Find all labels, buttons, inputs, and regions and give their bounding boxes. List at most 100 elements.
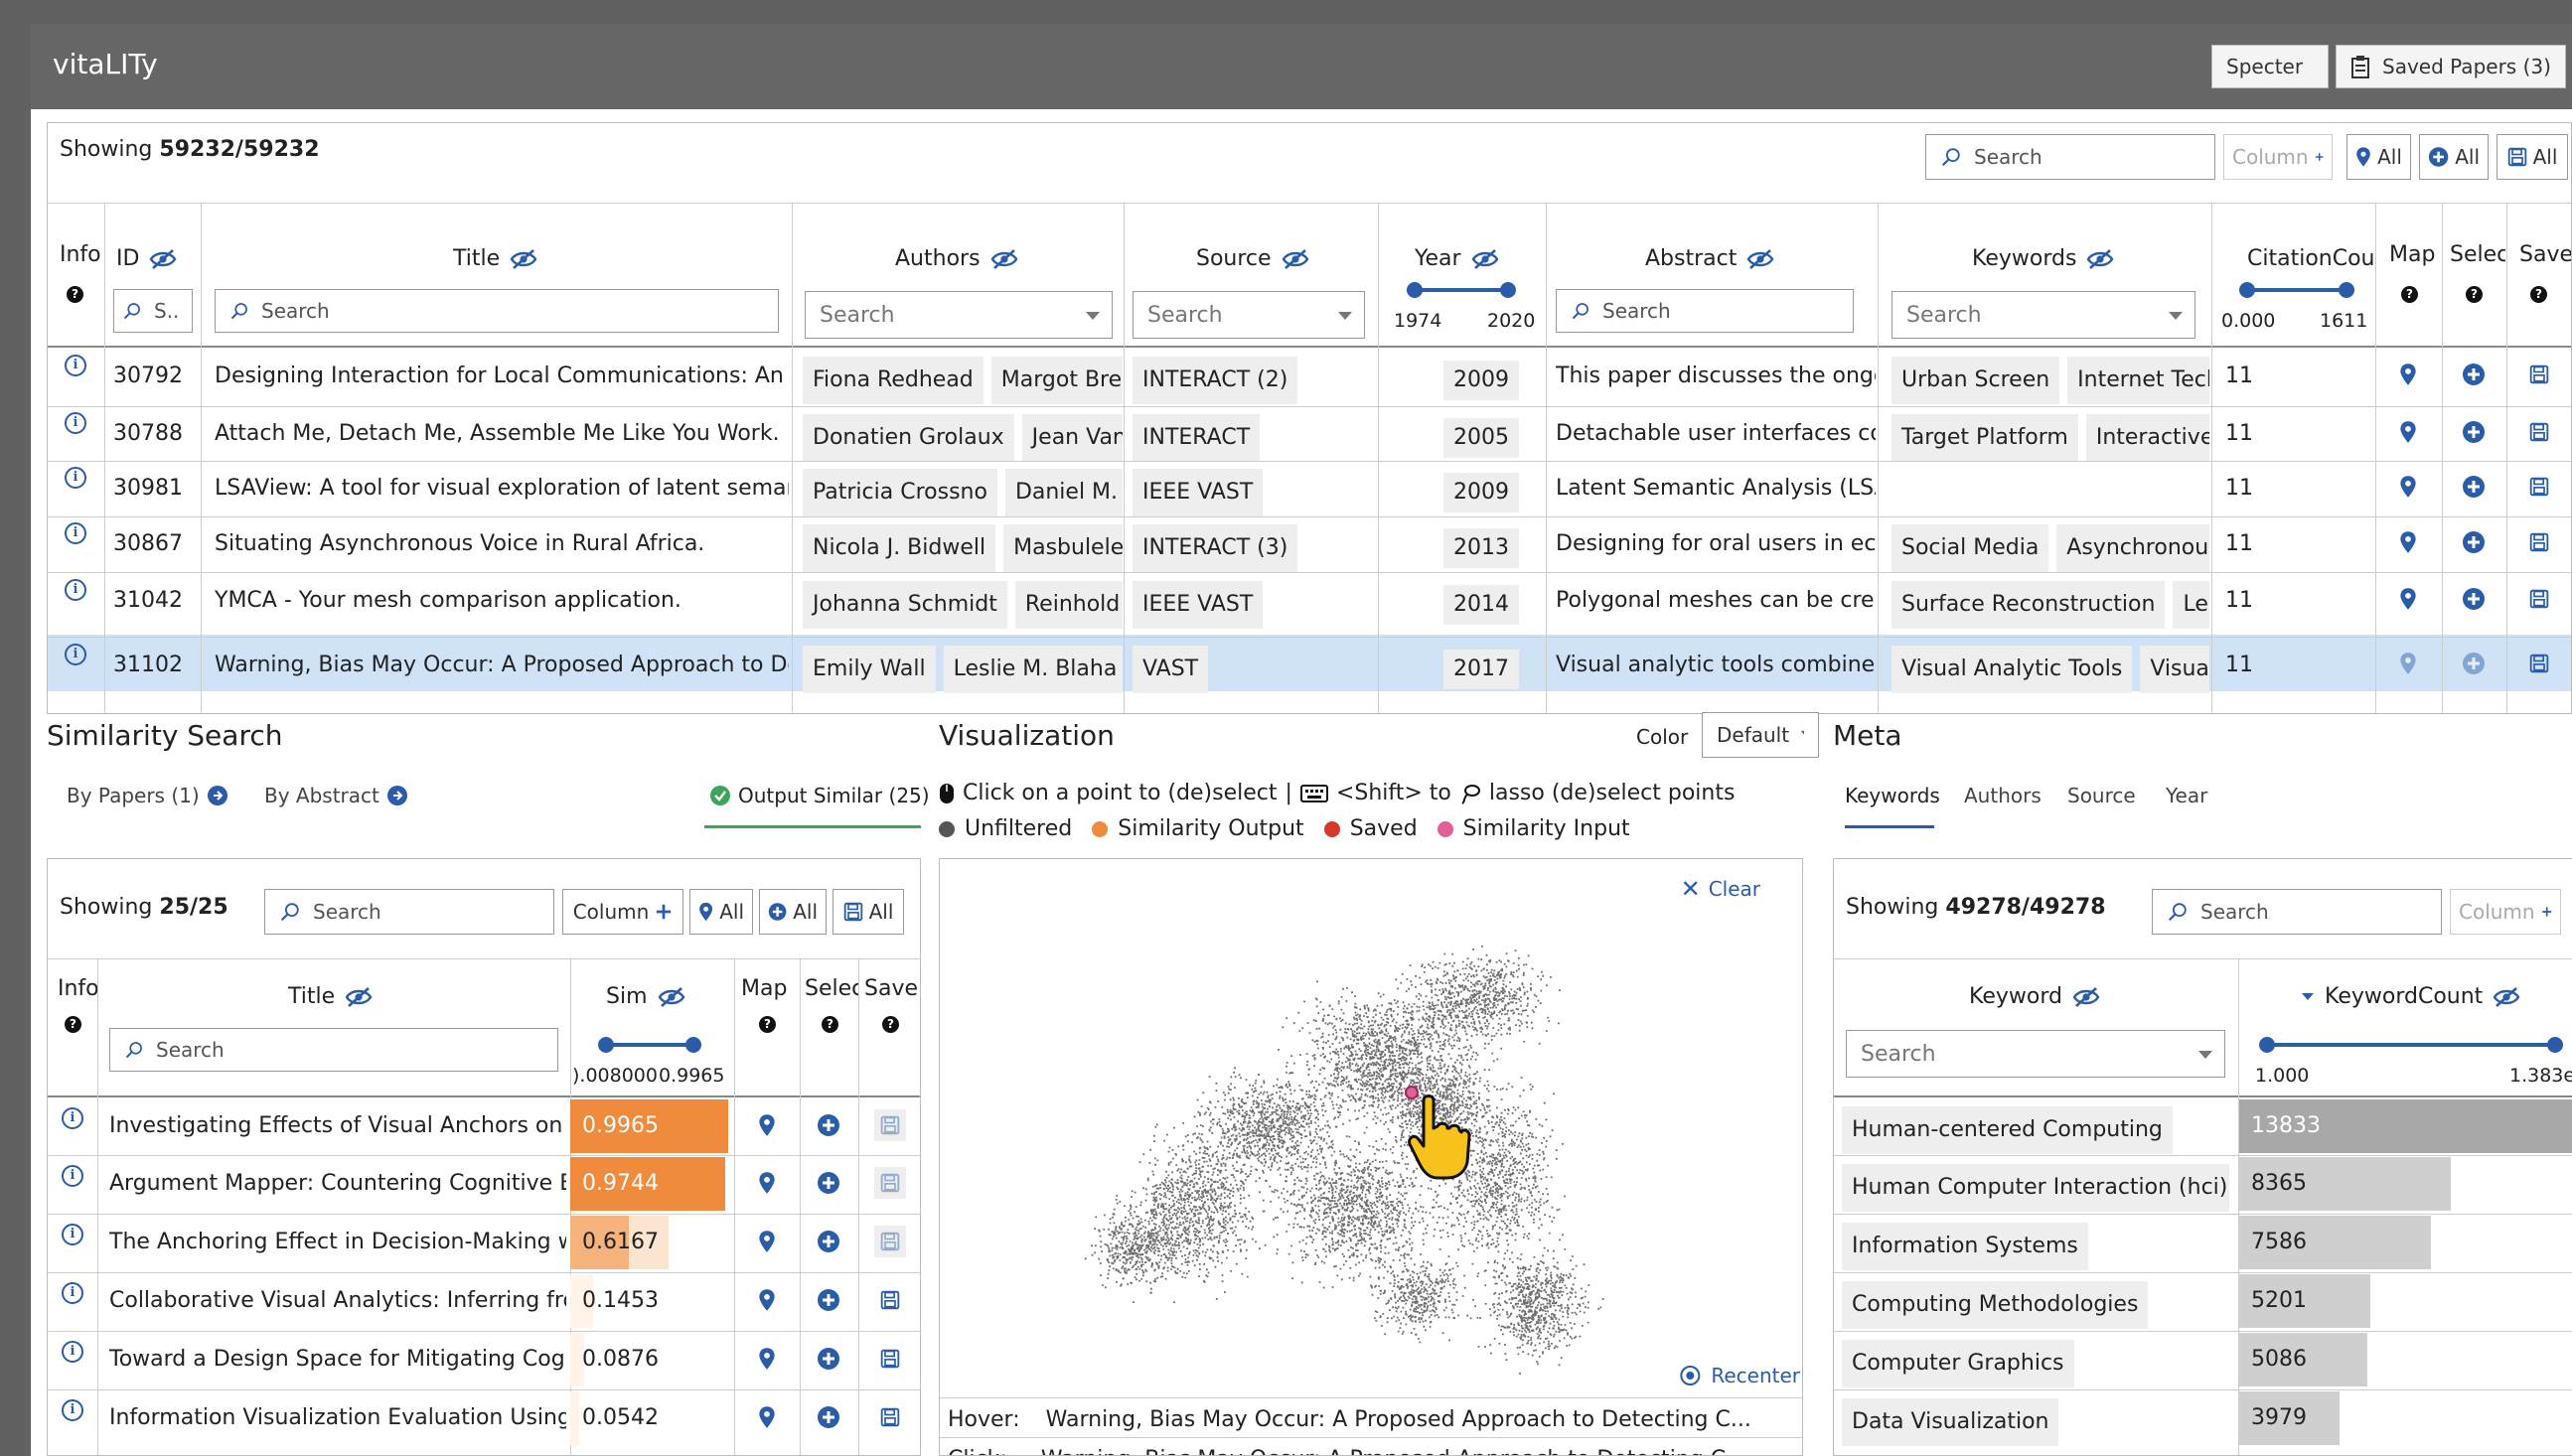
hide-column-icon[interactable] — [1746, 248, 1774, 270]
add-column-button[interactable]: Column — [2450, 889, 2561, 935]
map-all-button[interactable]: All — [689, 889, 753, 935]
save-button[interactable] — [874, 1109, 906, 1141]
keywords-filter-dropdown[interactable]: Search — [1891, 291, 2195, 339]
select-button[interactable] — [2460, 473, 2488, 501]
meta-tab[interactable]: Keywords — [1845, 784, 1940, 807]
source-chip[interactable]: INTERACT (3) — [1133, 524, 1298, 572]
info-icon[interactable]: i — [62, 1107, 83, 1129]
help-icon[interactable]: ? — [2401, 286, 2418, 303]
info-icon[interactable]: i — [62, 1399, 83, 1421]
slider-handle[interactable] — [598, 1037, 614, 1053]
select-button[interactable] — [815, 1403, 842, 1431]
source-chip[interactable]: IEEE VAST — [1133, 581, 1264, 629]
author-chip[interactable]: Emily Wall — [803, 646, 936, 693]
keyword-chip[interactable]: Information Systems — [1842, 1223, 2088, 1270]
slider-handle[interactable] — [685, 1037, 701, 1053]
map-button[interactable] — [753, 1345, 781, 1373]
save-button[interactable] — [2525, 418, 2553, 446]
keyword-chip[interactable]: Surface Reconstruction — [1891, 581, 2166, 629]
scatter-plot[interactable] — [940, 879, 1803, 1395]
slider-handle[interactable] — [1407, 282, 1423, 298]
meta-tab[interactable]: Year — [2166, 784, 2207, 807]
table-row[interactable]: i 30867 Situating Asynchronous Voice in Ru… — [48, 516, 2572, 572]
keyword-chip[interactable]: Human-centered Computing — [1842, 1106, 2173, 1154]
author-chip[interactable]: Masbulele Ja — [1003, 524, 1123, 572]
keyword-chip[interactable]: Interactive A — [2085, 414, 2209, 462]
table-row[interactable]: i Collaborative Visual Analytics: Inferri… — [48, 1272, 921, 1330]
source-chip[interactable]: VAST — [1133, 646, 1209, 693]
map-button[interactable] — [753, 1228, 781, 1255]
slider-handle[interactable] — [2239, 282, 2255, 298]
year-range-slider[interactable] — [1407, 282, 1516, 298]
info-icon[interactable]: i — [65, 644, 86, 665]
authors-filter-dropdown[interactable]: Search — [805, 291, 1113, 339]
keyword-chip[interactable]: Computer Graphics — [1842, 1340, 2074, 1387]
author-chip[interactable]: Margot Brere — [990, 357, 1123, 404]
author-chip[interactable]: Reinhold Pr — [1014, 581, 1123, 629]
table-row[interactable]: Information Systems 7586 — [1834, 1214, 2572, 1271]
info-icon[interactable]: i — [65, 579, 86, 601]
info-icon[interactable]: i — [62, 1165, 83, 1187]
header-keyword[interactable]: Keyword — [1969, 984, 2100, 1009]
author-chip[interactable]: Daniel M. Du — [1004, 469, 1123, 516]
sim-range-slider[interactable] — [598, 1037, 701, 1053]
color-select[interactable]: Default — [1702, 712, 1819, 758]
map-button[interactable] — [2394, 528, 2422, 556]
keyword-chip[interactable]: Asynchronous V — [2056, 524, 2209, 572]
map-button[interactable] — [2394, 473, 2422, 501]
sort-descending-icon[interactable] — [2301, 992, 2315, 1002]
hide-column-icon[interactable] — [510, 248, 537, 270]
info-icon[interactable]: i — [65, 467, 86, 489]
select-button[interactable] — [2460, 418, 2488, 446]
map-button[interactable] — [2394, 361, 2422, 388]
title-filter-input[interactable]: Search — [215, 289, 779, 333]
help-icon[interactable]: ? — [2466, 286, 2483, 303]
help-icon[interactable]: ? — [2530, 286, 2547, 303]
citation-range-slider[interactable] — [2239, 282, 2354, 298]
hide-column-icon[interactable] — [2493, 986, 2520, 1008]
hide-column-icon[interactable] — [990, 248, 1018, 270]
help-icon[interactable]: ? — [759, 1016, 776, 1033]
select-button[interactable] — [815, 1286, 842, 1314]
save-all-button[interactable]: All — [832, 889, 904, 935]
select-button[interactable] — [815, 1111, 842, 1139]
hide-column-icon[interactable] — [2072, 986, 2100, 1008]
save-button[interactable] — [874, 1167, 906, 1199]
main-search-input[interactable]: Search — [1925, 134, 2215, 180]
meta-search-input[interactable]: Search — [2152, 889, 2442, 935]
map-button[interactable] — [753, 1169, 781, 1197]
tab-by-papers[interactable]: By Papers (1) — [67, 784, 227, 807]
select-button[interactable] — [2460, 650, 2488, 677]
select-button[interactable] — [815, 1169, 842, 1197]
add-column-button[interactable]: Column — [2223, 134, 2333, 180]
slider-handle[interactable] — [2339, 282, 2354, 298]
hide-column-icon[interactable] — [1471, 248, 1499, 270]
slider-handle[interactable] — [2547, 1037, 2563, 1053]
keyword-chip[interactable]: Urban Screen — [1891, 357, 2060, 404]
save-all-button[interactable]: All — [2496, 134, 2568, 180]
info-icon[interactable]: i — [62, 1224, 83, 1245]
map-all-button[interactable]: All — [2346, 134, 2411, 180]
keyword-chip[interactable]: Visual Analytic Tools — [1891, 646, 2133, 693]
table-row[interactable]: i 30981 LSAView: A tool for visual explora… — [48, 461, 2572, 516]
info-icon[interactable]: i — [62, 1282, 83, 1304]
hide-column-icon[interactable] — [2086, 248, 2114, 270]
info-icon[interactable]: i — [62, 1341, 83, 1363]
map-button[interactable] — [2394, 418, 2422, 446]
header-title[interactable]: Title — [288, 984, 373, 1009]
save-button[interactable] — [2525, 473, 2553, 501]
hide-column-icon[interactable] — [1282, 248, 1309, 270]
keyword-chip[interactable]: Internet Techn — [2067, 357, 2209, 404]
info-icon[interactable]: i — [65, 522, 86, 544]
add-column-button[interactable]: Column — [562, 889, 683, 935]
header-sim[interactable]: Sim — [606, 984, 685, 1009]
recenter-button[interactable]: Recenter — [1679, 1364, 1800, 1387]
select-button[interactable] — [815, 1228, 842, 1255]
header-authors[interactable]: Authors — [895, 246, 1018, 271]
author-chip[interactable]: Nicola J. Bidwell — [803, 524, 996, 572]
table-row[interactable]: Human Computer Interaction (hci) 8365 — [1834, 1155, 2572, 1213]
embedding-select[interactable]: Specter — [2211, 45, 2329, 88]
help-icon[interactable]: ? — [822, 1016, 838, 1033]
source-chip[interactable]: IEEE VAST — [1133, 469, 1264, 516]
save-button[interactable] — [874, 1284, 906, 1316]
